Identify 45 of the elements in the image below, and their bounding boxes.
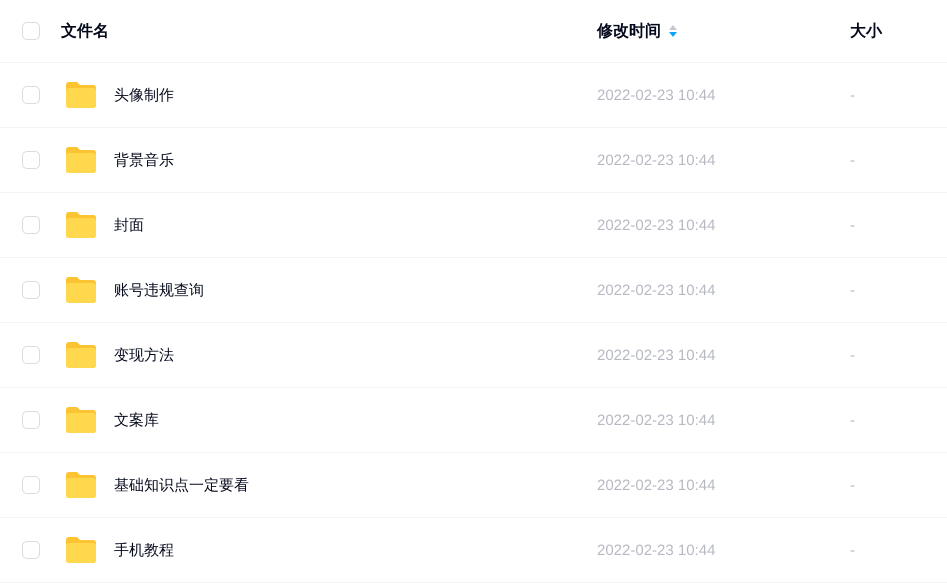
- file-size: -: [850, 86, 855, 104]
- folder-icon: [66, 472, 96, 498]
- row-checkbox[interactable]: [22, 281, 40, 299]
- file-name[interactable]: 变现方法: [114, 346, 174, 364]
- modified-time: 2022-02-23 10:44: [597, 86, 716, 104]
- file-name[interactable]: 头像制作: [114, 86, 174, 104]
- row-checkbox[interactable]: [22, 86, 40, 104]
- modified-time: 2022-02-23 10:44: [597, 346, 716, 364]
- file-size: -: [850, 542, 855, 558]
- row-checkbox[interactable]: [22, 216, 40, 234]
- folder-icon: [66, 212, 96, 238]
- select-all-checkbox[interactable]: [22, 22, 40, 40]
- file-name[interactable]: 账号违规查询: [114, 280, 204, 300]
- row-checkbox[interactable]: [22, 541, 40, 559]
- file-size: -: [850, 346, 855, 364]
- file-name[interactable]: 手机教程: [114, 540, 174, 560]
- folder-icon: [66, 147, 96, 173]
- folder-icon: [66, 537, 96, 563]
- modified-time: 2022-02-23 10:44: [597, 152, 716, 168]
- file-size: -: [850, 476, 855, 494]
- row-checkbox[interactable]: [22, 346, 40, 364]
- file-name[interactable]: 背景音乐: [114, 150, 174, 170]
- folder-icon: [66, 277, 96, 303]
- modified-time: 2022-02-23 10:44: [597, 542, 716, 558]
- file-size: -: [850, 412, 855, 428]
- row-checkbox[interactable]: [22, 411, 40, 429]
- file-size: -: [850, 152, 855, 168]
- row-checkbox[interactable]: [22, 476, 40, 494]
- folder-icon: [66, 407, 96, 433]
- modified-time: 2022-02-23 10:44: [597, 476, 716, 494]
- folder-icon: [66, 342, 96, 368]
- column-header[interactable]: 大小: [850, 20, 882, 42]
- file-size: -: [850, 216, 855, 234]
- modified-time: 2022-02-23 10:44: [597, 282, 716, 298]
- file-size: -: [850, 282, 855, 298]
- file-name[interactable]: 封面: [114, 216, 144, 234]
- column-header[interactable]: 文件名: [61, 20, 109, 42]
- column-header[interactable]: 修改时间: [597, 20, 661, 42]
- sort-icon[interactable]: [669, 25, 677, 37]
- folder-icon: [66, 82, 96, 108]
- row-checkbox[interactable]: [22, 151, 40, 169]
- modified-time: 2022-02-23 10:44: [597, 412, 716, 428]
- modified-time: 2022-02-23 10:44: [597, 216, 716, 234]
- file-name[interactable]: 基础知识点一定要看: [114, 476, 249, 494]
- file-name[interactable]: 文案库: [114, 410, 159, 430]
